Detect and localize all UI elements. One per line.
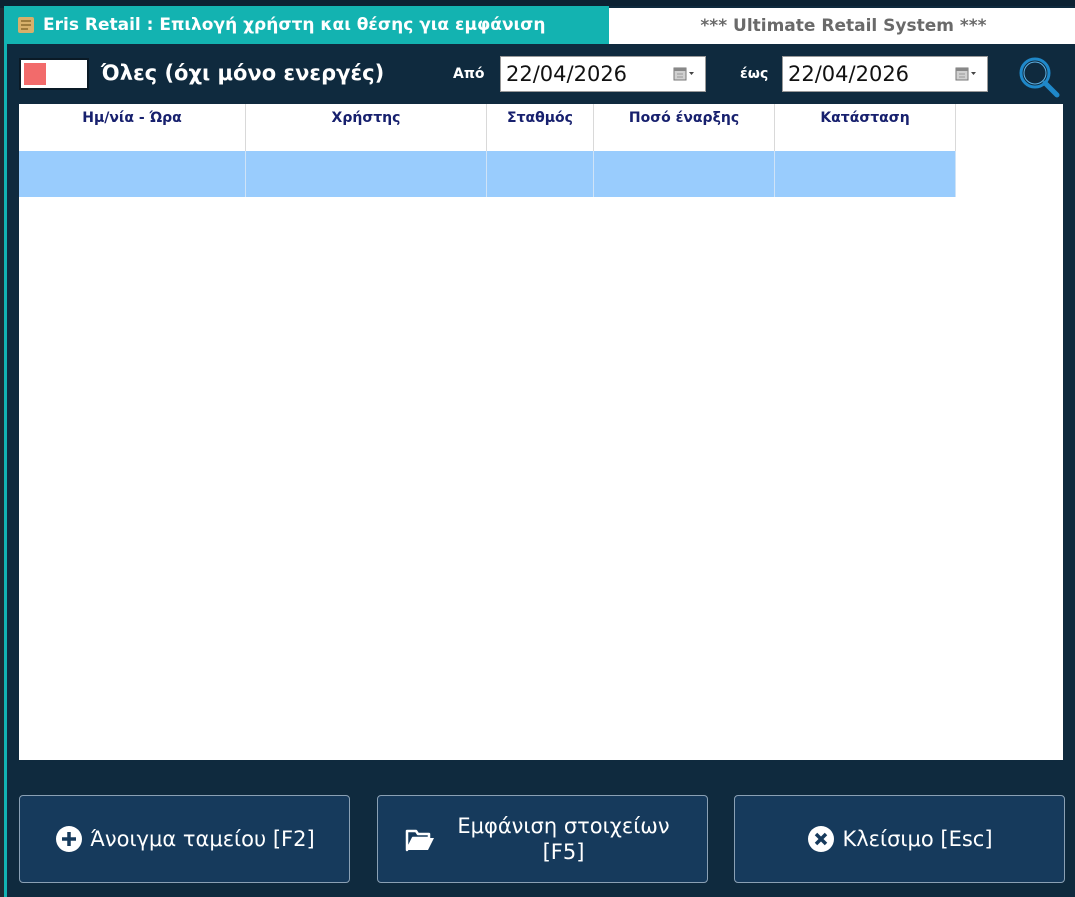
table-cell[interactable] bbox=[775, 151, 956, 197]
show-details-label: Εμφάνιση στοιχείων [F5] bbox=[444, 813, 684, 865]
filter-row: Όλες (όχι μόνο ενεργές) Από 22/04/2026 έ… bbox=[7, 52, 1075, 98]
column-header-user[interactable]: Χρήστης bbox=[246, 104, 487, 151]
grid-header: Ημ/νία - Ώρα Χρήστης Σταθμός Ποσό έναρξη… bbox=[19, 104, 1063, 151]
from-label: Από bbox=[453, 66, 485, 82]
show-details-button[interactable]: Εμφάνιση στοιχείων [F5] bbox=[377, 795, 708, 883]
sessions-grid[interactable]: Ημ/νία - Ώρα Χρήστης Σταθμός Ποσό έναρξη… bbox=[19, 104, 1063, 760]
from-calendar-button[interactable] bbox=[667, 57, 705, 91]
folder-open-icon bbox=[405, 829, 434, 852]
column-header-opening-amount[interactable]: Ποσό έναρξης bbox=[594, 104, 775, 151]
column-header-status[interactable]: Κατάσταση bbox=[775, 104, 956, 151]
open-register-label: Άνοιγμα ταμείου [F2] bbox=[90, 827, 315, 851]
table-cell[interactable] bbox=[246, 151, 487, 197]
to-date-value[interactable]: 22/04/2026 bbox=[788, 62, 949, 86]
to-label: έως bbox=[740, 66, 769, 82]
to-calendar-button[interactable] bbox=[949, 57, 987, 91]
column-header-datetime[interactable]: Ημ/νία - Ώρα bbox=[19, 104, 246, 151]
open-register-button[interactable]: Άνοιγμα ταμείου [F2] bbox=[19, 795, 350, 883]
search-icon[interactable] bbox=[1015, 54, 1063, 98]
close-button[interactable]: Κλείσιμο [Esc] bbox=[734, 795, 1065, 883]
all-label: Όλες (όχι μόνο ενεργές) bbox=[101, 61, 385, 85]
table-row[interactable] bbox=[19, 151, 956, 197]
toggle-knob bbox=[24, 63, 46, 85]
calendar-icon bbox=[955, 67, 976, 81]
column-header-station[interactable]: Σταθμός bbox=[487, 104, 594, 151]
all-toggle[interactable] bbox=[19, 58, 89, 90]
from-date-value[interactable]: 22/04/2026 bbox=[506, 62, 667, 86]
window-title: Eris Retail : Επιλογή χρήστη και θέσης γ… bbox=[43, 15, 546, 35]
close-circle-icon bbox=[808, 826, 835, 852]
button-bar: Άνοιγμα ταμείου [F2] Εμφάνιση στοιχείων … bbox=[7, 794, 1075, 886]
plus-circle-icon bbox=[56, 826, 83, 852]
calendar-icon bbox=[673, 67, 694, 81]
from-date-picker[interactable]: 22/04/2026 bbox=[500, 56, 706, 92]
show-details-label-line1: Εμφάνιση στοιχείων bbox=[457, 814, 670, 838]
show-details-label-line2: [F5] bbox=[542, 840, 585, 864]
table-cell[interactable] bbox=[19, 151, 246, 197]
system-title: *** Ultimate Retail System *** bbox=[609, 8, 1075, 44]
app-scroll-icon bbox=[18, 17, 34, 33]
dialog-window: Eris Retail : Επιλογή χρήστη και θέσης γ… bbox=[4, 6, 1075, 897]
title-bar: Eris Retail : Επιλογή χρήστη και θέσης γ… bbox=[7, 6, 609, 44]
table-cell[interactable] bbox=[487, 151, 594, 197]
to-date-picker[interactable]: 22/04/2026 bbox=[782, 56, 988, 92]
table-cell[interactable] bbox=[594, 151, 775, 197]
close-label: Κλείσιμο [Esc] bbox=[842, 827, 993, 851]
